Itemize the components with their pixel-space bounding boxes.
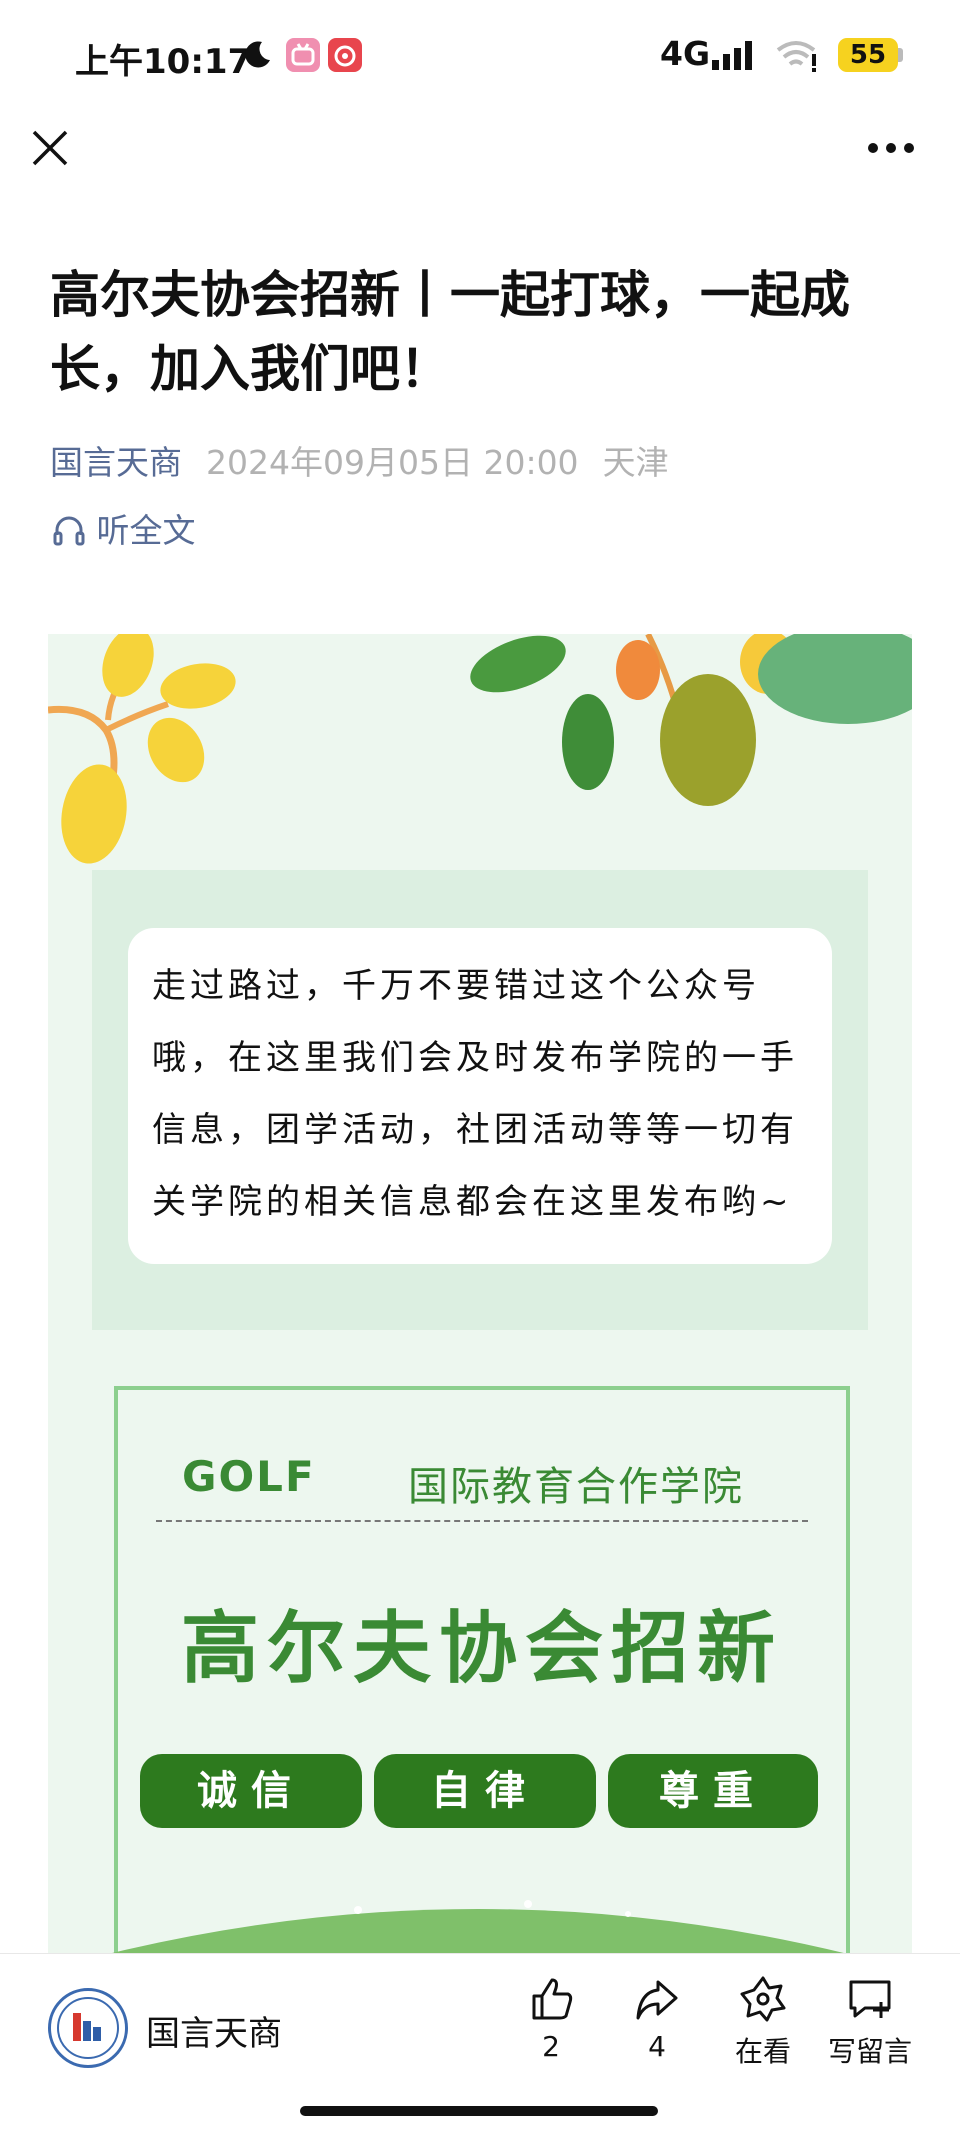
share-count: 4 bbox=[648, 2030, 666, 2063]
intro-card: 走过路过，千万不要错过这个公众号哦，在这里我们会及时发布学院的一手信息，团学活动… bbox=[128, 928, 832, 1264]
network-type: 4G bbox=[660, 34, 711, 73]
watching-label: 在看 bbox=[734, 2035, 791, 2068]
article-title: 高尔夫协会招新丨一起打球，一起成长，加入我们吧！ bbox=[50, 266, 850, 398]
close-icon[interactable] bbox=[30, 128, 70, 168]
college-name: 国际教育合作学院 bbox=[408, 1464, 744, 1510]
comment-label: 写留言 bbox=[827, 2035, 912, 2068]
battery-indicator: 55 bbox=[838, 38, 898, 72]
home-indicator[interactable] bbox=[300, 2106, 658, 2116]
like-count: 2 bbox=[542, 2030, 560, 2063]
article-meta: 国言天商 2024年09月05日 20:00 天津 bbox=[50, 436, 669, 484]
grass-hill-icon bbox=[108, 1900, 848, 1954]
leaf-branch-left-icon bbox=[48, 634, 236, 864]
listen-button[interactable]: 听全文 bbox=[52, 504, 196, 552]
listen-label: 听全文 bbox=[96, 511, 196, 550]
account-avatar[interactable] bbox=[48, 1988, 128, 2068]
intro-panel: 走过路过，千万不要错过这个公众号哦，在这里我们会及时发布学院的一手信息，团学活动… bbox=[92, 870, 868, 1330]
bilibili-app-icon bbox=[286, 38, 320, 72]
netease-music-app-icon bbox=[328, 38, 362, 72]
like-button[interactable]: 2 bbox=[506, 1974, 596, 2063]
headphones-icon bbox=[53, 516, 85, 546]
publish-date: 2024年09月05日 20:00 bbox=[206, 443, 579, 482]
leaf-cluster-right-icon bbox=[470, 634, 912, 806]
comment-icon bbox=[849, 1980, 891, 2018]
more-icon[interactable] bbox=[866, 138, 916, 158]
bottom-account-name[interactable]: 国言天商 bbox=[146, 2006, 282, 2055]
value-pill-discipline: 自律 bbox=[374, 1754, 596, 1828]
poster-headline: 高尔夫协会招新 bbox=[180, 1604, 783, 1694]
recruitment-frame: GOLF 国际教育合作学院 高尔夫协会招新 诚信 自律 尊重 bbox=[114, 1386, 850, 1954]
thumbs-up-icon bbox=[532, 1978, 573, 2020]
watching-flower-icon bbox=[740, 1976, 786, 2022]
watching-button[interactable]: 在看 bbox=[718, 1974, 808, 2070]
intro-text: 走过路过，千万不要错过这个公众号哦，在这里我们会及时发布学院的一手信息，团学活动… bbox=[152, 966, 798, 1222]
value-pill-respect: 尊重 bbox=[608, 1754, 818, 1828]
publish-location: 天津 bbox=[602, 443, 669, 482]
account-name-link[interactable]: 国言天商 bbox=[50, 443, 182, 482]
write-comment-button[interactable]: 写留言 bbox=[822, 1974, 918, 2070]
moon-icon bbox=[245, 41, 270, 68]
dashed-divider bbox=[156, 1520, 808, 1522]
signal-icon bbox=[712, 41, 752, 70]
share-button[interactable]: 4 bbox=[612, 1974, 702, 2063]
recruitment-poster: 走过路过，千万不要错过这个公众号哦，在这里我们会及时发布学院的一手信息，团学活动… bbox=[48, 634, 912, 1954]
golf-label: GOLF bbox=[182, 1452, 316, 1501]
value-pill-integrity: 诚信 bbox=[140, 1754, 362, 1828]
wifi-icon bbox=[776, 41, 816, 72]
status-time: 上午10:17 bbox=[75, 42, 252, 82]
share-icon bbox=[636, 1980, 678, 2020]
battery-tip bbox=[898, 48, 903, 62]
status-bar: 上午10:17 4G 55 bbox=[0, 0, 960, 110]
